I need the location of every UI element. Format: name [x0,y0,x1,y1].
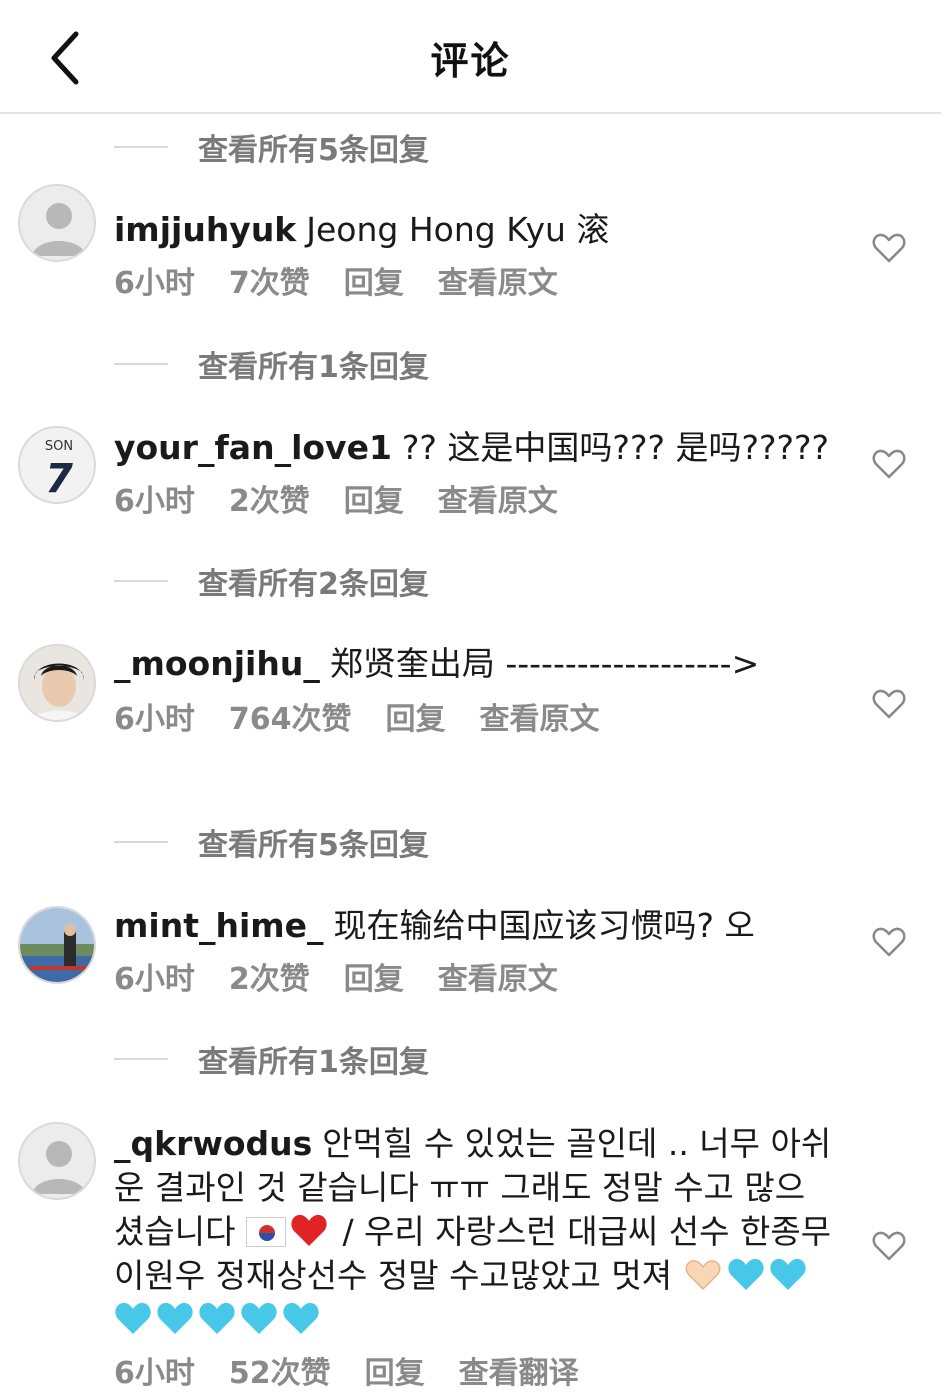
view-replies-label: 查看所有2条回复 [198,567,429,602]
like-heart-icon[interactable] [872,926,906,958]
blue-heart-icon [727,1258,764,1290]
avatar[interactable] [18,1122,96,1200]
view-original-button[interactable]: 查看原文 [480,694,600,738]
blue-heart-icon [241,1302,277,1334]
view-replies-link[interactable]: 查看所有1条回复 [114,1039,429,1080]
comment-username[interactable]: _moonjihu_ [114,644,320,683]
reply-divider [114,1058,168,1060]
blue-heart-icon [283,1302,319,1334]
comment-time: 6小时 [114,702,195,737]
like-heart-icon[interactable] [872,1230,906,1262]
like-heart-icon[interactable] [872,232,906,264]
like-heart-icon[interactable] [872,448,906,480]
view-replies-link[interactable]: 查看所有1条回复 [114,344,429,385]
reply-button[interactable]: 回复 [344,258,404,302]
comment-username[interactable]: imjjuhyuk [114,210,296,249]
view-replies-link[interactable]: 查看所有2条回复 [114,561,429,602]
reply-divider [114,146,168,148]
reply-divider [114,841,168,843]
avatar[interactable]: SON 7 [18,426,96,504]
view-replies-label: 查看所有1条回复 [198,350,429,385]
heart-hands-icon [685,1260,720,1291]
blue-heart-icon [115,1302,151,1334]
comment-time: 6小时 [114,1356,195,1391]
view-replies-label: 查看所有5条回复 [198,133,429,168]
view-original-button[interactable]: 查看原文 [438,476,558,520]
like-heart-icon[interactable] [872,688,906,720]
comment-text: ?? 这是中国吗??? 是吗????? [401,428,830,467]
avatar[interactable] [18,906,96,984]
view-replies-link[interactable]: 查看所有5条回复 [114,127,429,168]
reply-button[interactable]: 回复 [365,1348,425,1392]
view-replies-link[interactable]: 查看所有5条回复 [114,822,429,863]
avatar[interactable] [18,184,96,262]
header-bar: 评论 [0,0,941,114]
comment-text: Jeong Hong Kyu 滚 [306,210,610,249]
comment-likes[interactable]: 52次赞 [229,1348,331,1392]
view-translation-button[interactable]: 查看翻译 [459,1348,579,1392]
jersey-name: SON [45,439,73,454]
reply-divider [114,580,168,582]
comment-username[interactable]: _qkrwodus [114,1124,312,1163]
blue-heart-icon [157,1302,193,1334]
reply-button[interactable]: 回复 [344,476,404,520]
view-replies-label: 查看所有1条回复 [198,1045,429,1080]
comment-time: 6小时 [114,266,195,301]
comment-likes[interactable]: 2次赞 [229,954,310,998]
blue-heart-icon [199,1302,235,1334]
comment-time: 6小时 [114,484,195,519]
comment-text: 郑贤奎出局 -------------------> [329,644,760,683]
comment-username[interactable]: mint_hime_ [114,906,324,945]
korea-flag-icon [245,1217,286,1247]
reply-button[interactable]: 回复 [344,954,404,998]
view-original-button[interactable]: 查看原文 [438,954,558,998]
comment-likes[interactable]: 764次赞 [229,694,352,738]
view-original-button[interactable]: 查看原文 [438,258,558,302]
view-replies-label: 查看所有5条回复 [198,828,429,863]
page-title: 评论 [430,39,511,83]
blue-heart-icon [769,1258,806,1290]
red-heart-icon [291,1214,327,1246]
comment-time: 6小时 [114,962,195,997]
reply-button[interactable]: 回复 [386,694,446,738]
jersey-number: 7 [45,456,73,502]
comment-likes[interactable]: 2次赞 [229,476,310,520]
comment-text: 现在输给中国应该习惯吗? 오 [333,906,755,945]
comment-username[interactable]: your_fan_love1 [114,428,392,467]
reply-divider [114,363,168,365]
comment-likes[interactable]: 7次赞 [229,258,310,302]
avatar[interactable] [18,644,96,722]
